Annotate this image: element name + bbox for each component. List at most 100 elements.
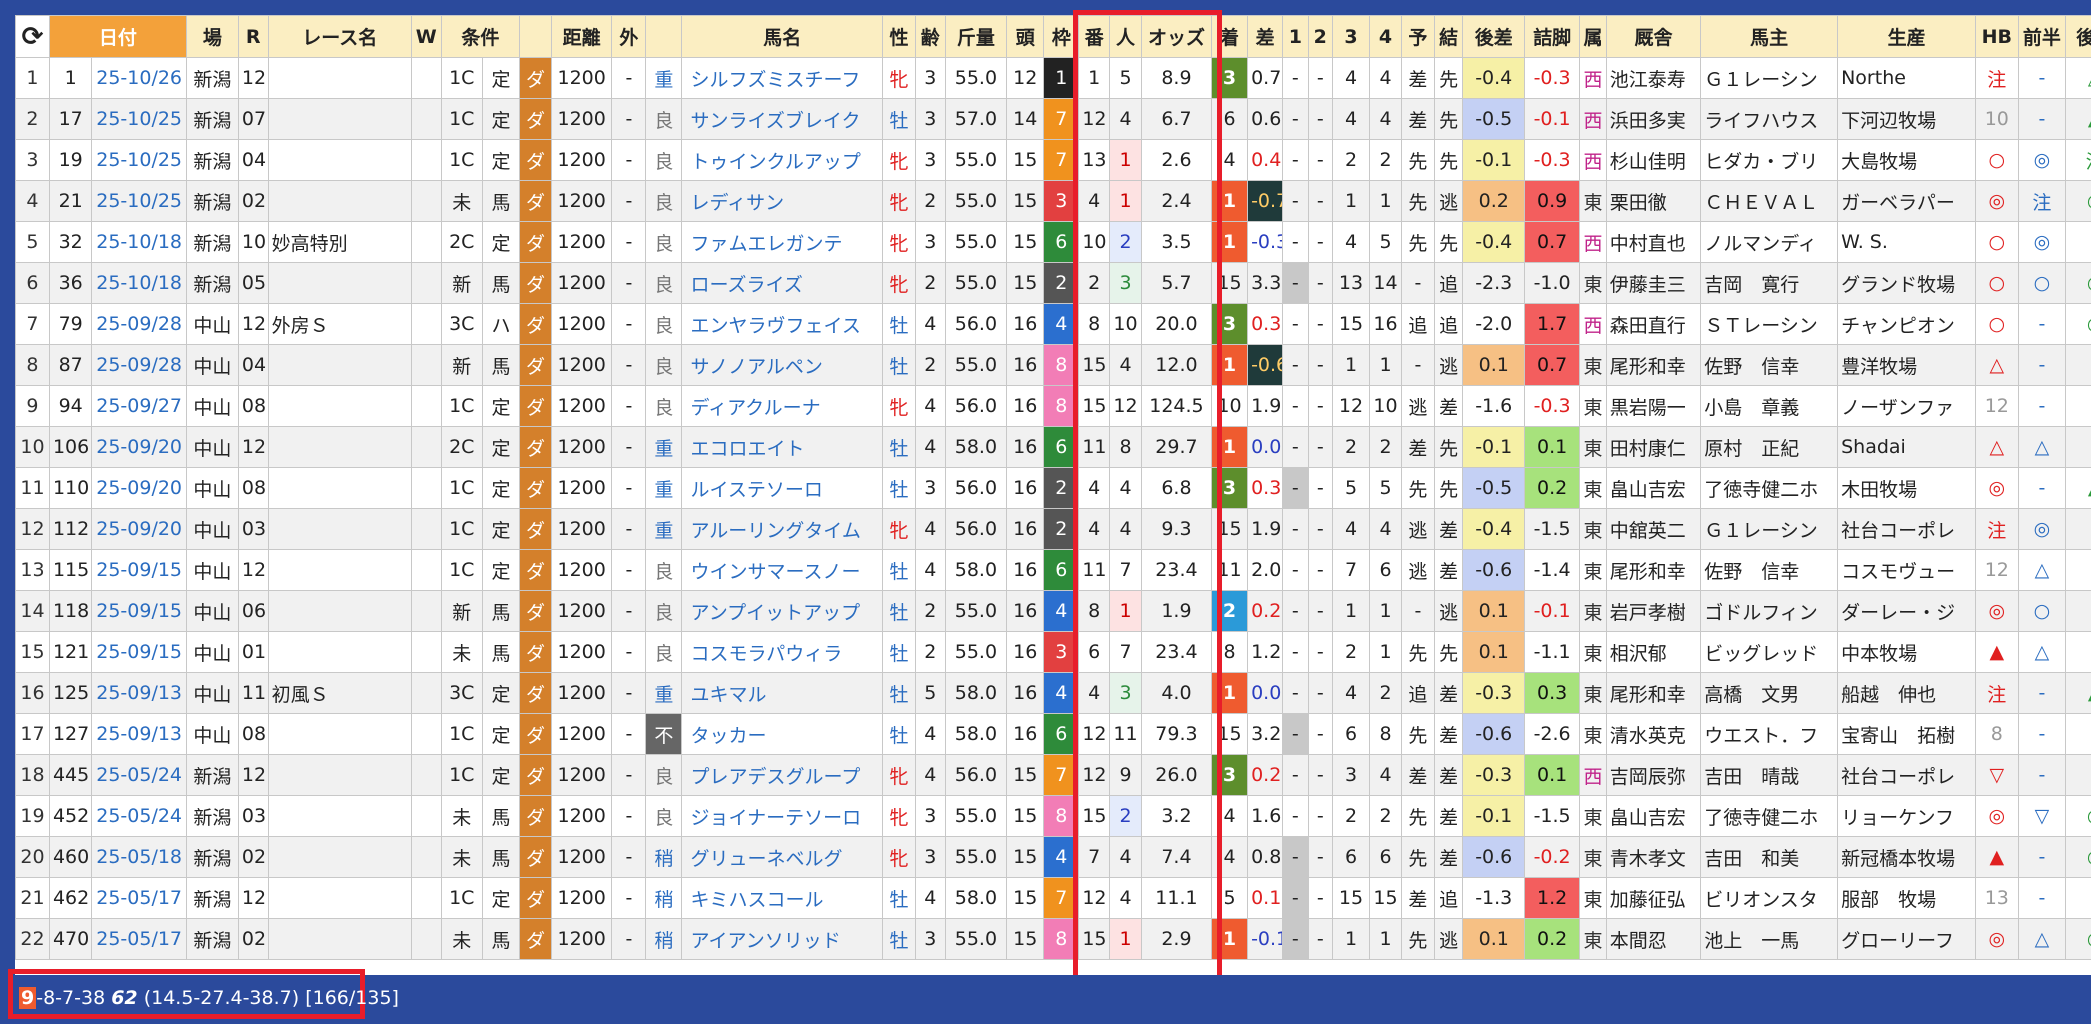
cell-race-date[interactable]: 25-09/20 <box>91 508 187 550</box>
header-date[interactable]: 日付 <box>48 15 187 58</box>
table-row[interactable]: 13 115 25-09/15 中山 12 1C 定ダ 1200- 良ウインサマースノー牡 4 58… <box>15 549 2091 591</box>
cell-horse-name[interactable]: トゥインクルアップ <box>681 139 884 181</box>
cell-race-date[interactable]: 25-05/18 <box>91 836 187 878</box>
cell-going: 稍 <box>645 877 683 919</box>
cell-race-date[interactable]: 25-10/18 <box>91 221 187 263</box>
cell-race-date[interactable]: 25-09/28 <box>91 344 187 386</box>
cell-race-date[interactable]: 25-09/20 <box>91 426 187 468</box>
cell-horse-name[interactable]: サンライズブレイク <box>681 98 884 140</box>
cell-distance: 1200 <box>550 385 613 427</box>
cell-horse-name[interactable]: ルイステソーロ <box>681 467 884 509</box>
cell-hb: △ <box>1975 426 2019 468</box>
cell-race-date[interactable]: 25-10/26 <box>91 57 187 99</box>
cell-race-name: 初風Ｓ <box>267 672 412 714</box>
cell-heads: 14 <box>1006 98 1045 140</box>
cell-race-date[interactable]: 25-09/15 <box>91 549 187 591</box>
cell-row-index: 1 <box>15 57 50 99</box>
cell-row-index: 5 <box>15 221 50 263</box>
cell-race-date[interactable]: 25-05/17 <box>91 918 187 960</box>
table-row[interactable]: 5 32 25-10/18 新潟 10 妙高特別 2C 定ダ 1200- 良ファムエレガンテ牝 3 5… <box>15 221 2091 263</box>
cell-stable-region: 東 <box>1579 590 1607 632</box>
cell-race-index: 470 <box>48 918 93 960</box>
table-row[interactable]: 19 452 25-05/24 新潟 03 未馬ダ 1200- 良ジョイナーテソーロ牝 3 55.… <box>15 795 2091 837</box>
cell-horse-name[interactable]: キミハスコール <box>681 877 884 919</box>
cell-race-date[interactable]: 25-09/27 <box>91 385 187 427</box>
cell-c4: 5 <box>1369 467 1402 509</box>
table-row[interactable]: 9 94 25-09/27 中山 08 1C 定ダ 1200- 良ディアクルーナ牝 4 56.0 16… <box>15 385 2091 427</box>
cell-horse-name[interactable]: プレアデスグループ <box>681 754 884 796</box>
cell-c1: - <box>1282 180 1309 222</box>
cell-first-half: - <box>2017 303 2067 345</box>
table-row[interactable]: 1 1 25-10/26 新潟 12 1C 定ダ 1200- 重シルフズミスチーフ牝 3 55.0 1… <box>15 57 2091 99</box>
cell-race-date[interactable]: 25-05/24 <box>91 795 187 837</box>
cell-race-date[interactable]: 25-09/15 <box>91 631 187 673</box>
cell-going: 稍 <box>645 836 683 878</box>
refresh-button[interactable]: ⟳ <box>15 15 50 58</box>
table-row[interactable]: 6 36 25-10/18 新潟 05 新馬ダ 1200- 良ローズライズ牝 2 55.0 15 2 2… <box>15 262 2091 304</box>
cell-race-date[interactable]: 25-09/15 <box>91 590 187 632</box>
cell-race-date[interactable]: 25-09/20 <box>91 467 187 509</box>
table-row[interactable]: 8 87 25-09/28 中山 04 新馬ダ 1200- 良サノノアルペン牡 2 55.0 16 8… <box>15 344 2091 386</box>
table-row[interactable]: 14 118 25-09/15 中山 06 新馬ダ 1200- 良アンプイットアップ牡 2 55.… <box>15 590 2091 632</box>
cell-going: 良 <box>645 754 683 796</box>
table-row[interactable]: 17 127 25-09/13 中山 08 1C 定ダ 1200- 不タッカー牡 4 58.0 16 6… <box>15 713 2091 755</box>
table-row[interactable]: 21 462 25-05/17 新潟 12 1C 定ダ 1200- 稍キミハスコール牡 4 58.0… <box>15 877 2091 919</box>
table-row[interactable]: 4 21 25-10/25 新潟 02 未馬ダ 1200- 良レディサン牝 2 55.0 15 3 4 1… <box>15 180 2091 222</box>
cell-finish: 2 <box>1210 590 1249 632</box>
cell-second-half: ◎ <box>2065 180 2091 222</box>
cell-race-date[interactable]: 25-10/18 <box>91 262 187 304</box>
cell-trainer: 中村直也 <box>1605 221 1702 263</box>
table-row[interactable]: 16 125 25-09/13 中山 11 初風Ｓ 3C 定ダ 1200- 重ユキマル牡 5 58.0… <box>15 672 2091 714</box>
cell-race-date[interactable]: 25-09/13 <box>91 713 187 755</box>
cell-horse-name[interactable]: レディサン <box>681 180 884 222</box>
cell-class: 2C <box>440 221 483 263</box>
cell-race-date[interactable]: 25-09/13 <box>91 672 187 714</box>
cell-race-index: 121 <box>48 631 93 673</box>
cell-horse-name[interactable]: サノノアルペン <box>681 344 884 386</box>
table-row[interactable]: 22 470 25-05/17 新潟 02 未馬ダ 1200- 稍アイアンソリッド牡 3 55.0… <box>15 918 2091 960</box>
table-row[interactable]: 2 17 25-10/25 新潟 07 1C 定ダ 1200- 良サンライズブレイク牡 3 57.0… <box>15 98 2091 140</box>
table-row[interactable]: 15 121 25-09/15 中山 01 未馬ダ 1200- 良コスモラパウィラ牡 2 55.0… <box>15 631 2091 673</box>
cell-outer: - <box>611 262 647 304</box>
cell-c3: 5 <box>1331 467 1371 509</box>
cell-late-diff: -0.6 <box>1462 713 1526 755</box>
table-row[interactable]: 11 110 25-09/20 中山 08 1C 定ダ 1200- 重ルイステソーロ牡 3 56.0… <box>15 467 2091 509</box>
cell-horse-name[interactable]: エコロエイト <box>681 426 884 468</box>
cell-horse-name[interactable]: ジョイナーテソーロ <box>681 795 884 837</box>
cell-horse-name[interactable]: シルフズミスチーフ <box>681 57 884 99</box>
table-row[interactable]: 10 106 25-09/20 中山 12 2C 定ダ 1200- 重エコロエイト牡 4 58.0 1… <box>15 426 2091 468</box>
cell-race-date[interactable]: 25-09/28 <box>91 303 187 345</box>
table-row[interactable]: 20 460 25-05/18 新潟 02 未馬ダ 1200- 稍グリューネベルグ牝 3 55.0… <box>15 836 2091 878</box>
cell-horse-name[interactable]: ウインサマースノー <box>681 549 884 591</box>
table-row[interactable]: 12 112 25-09/20 中山 03 1C 定ダ 1200- 重アルーリングタイム牝 4 56… <box>15 508 2091 550</box>
cell-race-date[interactable]: 25-10/25 <box>91 180 187 222</box>
cell-horse-name[interactable]: ユキマル <box>681 672 884 714</box>
cell-horse-name[interactable]: アルーリングタイム <box>681 508 884 550</box>
cell-outer: - <box>611 918 647 960</box>
cell-c3: 6 <box>1331 713 1371 755</box>
cell-race-date[interactable]: 25-05/17 <box>91 877 187 919</box>
cell-horse-name[interactable]: グリューネベルグ <box>681 836 884 878</box>
cell-horse-name[interactable]: ファムエレガンテ <box>681 221 884 263</box>
cell-race-date[interactable]: 25-10/25 <box>91 139 187 181</box>
cell-horse-name[interactable]: アンプイットアップ <box>681 590 884 632</box>
cell-age: 3 <box>914 795 946 837</box>
cell-tsume: -0.3 <box>1524 385 1581 427</box>
cell-horse-name[interactable]: ローズライズ <box>681 262 884 304</box>
cell-hb: ○ <box>1975 221 2019 263</box>
table-row[interactable]: 3 19 25-10/25 新潟 04 1C 定ダ 1200- 良トゥインクルアップ牝 3 55.0… <box>15 139 2091 181</box>
cell-horse-name[interactable]: タッカー <box>681 713 884 755</box>
cell-race-index: 445 <box>48 754 93 796</box>
cell-horse-name[interactable]: コスモラパウィラ <box>681 631 884 673</box>
cell-distance: 1200 <box>550 57 613 99</box>
table-row[interactable]: 7 79 25-09/28 中山 12 外房Ｓ 3C ハダ 1200- 良エンヤラヴフェイス牡 4 5… <box>15 303 2091 345</box>
cell-race-number: 07 <box>237 98 269 140</box>
cell-race-date[interactable]: 25-05/24 <box>91 754 187 796</box>
cell-number: 11 <box>1078 549 1111 591</box>
cell-race-date[interactable]: 25-10/25 <box>91 98 187 140</box>
table-row[interactable]: 18 445 25-05/24 新潟 12 1C 定ダ 1200- 良プレアデスグループ牝 4 56… <box>15 754 2091 796</box>
cell-horse-name[interactable]: ディアクルーナ <box>681 385 884 427</box>
cell-horse-name[interactable]: エンヤラヴフェイス <box>681 303 884 345</box>
cell-horse-name[interactable]: アイアンソリッド <box>681 918 884 960</box>
cell-second-half: ▲ <box>2065 672 2091 714</box>
